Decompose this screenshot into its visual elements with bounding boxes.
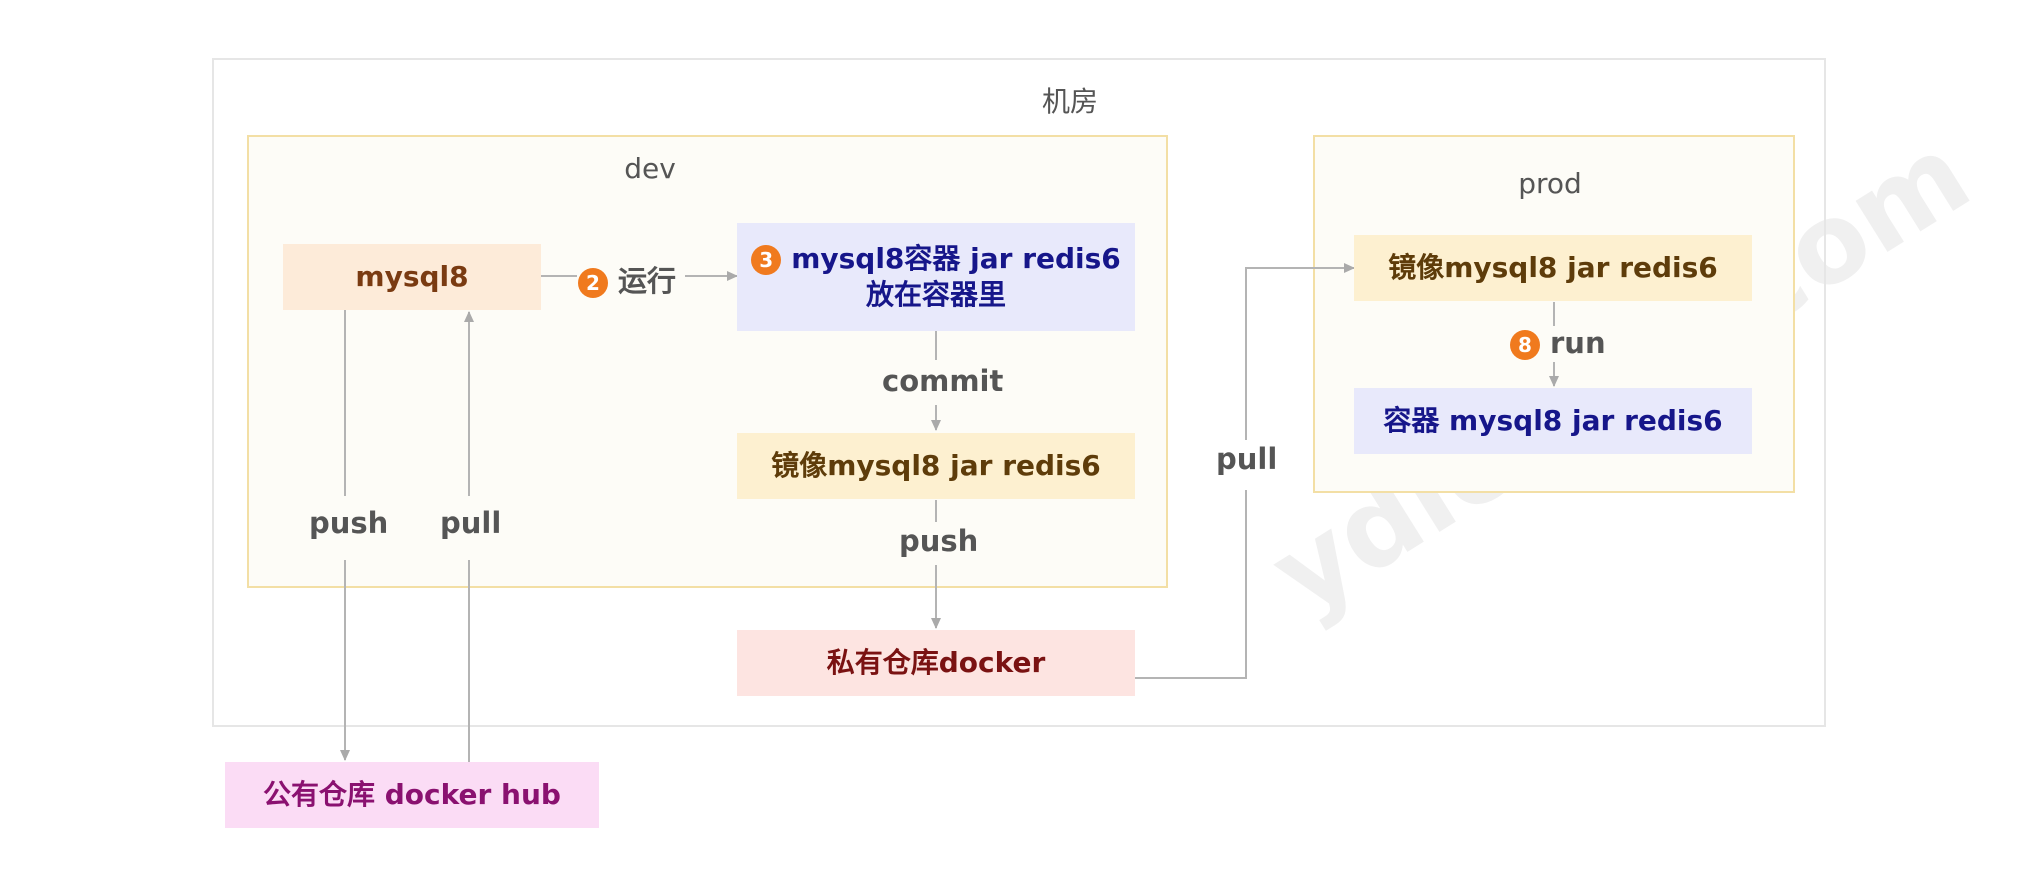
edge-label-pull-public: pull — [440, 506, 502, 540]
dev-image-label: 镜像mysql8 jar redis6 — [771, 448, 1101, 482]
container-line1: 3 mysql8容器 jar redis6 — [751, 241, 1121, 277]
prod-container-node: 容器 mysql8 jar redis6 — [1354, 388, 1752, 454]
private-repo-label: 私有仓库docker — [826, 645, 1046, 679]
edge-label-push-private: push — [899, 524, 979, 558]
edge-pull-private-line-b — [1245, 263, 1355, 440]
prod-image-label: 镜像mysql8 jar redis6 — [1388, 250, 1718, 284]
edge-label-push-public: push — [309, 506, 389, 540]
edge-label-pull-private: pull — [1216, 442, 1278, 476]
step-2-badge: 2 — [578, 268, 608, 298]
edge-label-run: 8 run — [1510, 326, 1606, 360]
step-3-badge: 3 — [751, 244, 782, 275]
step-8-badge: 8 — [1510, 330, 1540, 360]
edge-label-run-cn: 2 运行 — [578, 258, 676, 300]
mysql8-node: mysql8 — [283, 244, 541, 310]
private-repo-node: 私有仓库docker — [737, 630, 1135, 696]
dev-image-node: 镜像mysql8 jar redis6 — [737, 433, 1135, 499]
run-cn-text: 运行 — [618, 264, 677, 298]
container-label-line1: mysql8容器 jar redis6 — [791, 241, 1121, 275]
mysql8-label: mysql8 — [355, 259, 469, 293]
container-node: 3 mysql8容器 jar redis6 放在容器里 — [737, 223, 1135, 331]
prod-container-label: 容器 mysql8 jar redis6 — [1383, 403, 1723, 437]
edge-label-commit: commit — [882, 364, 1004, 398]
public-repo-node: 公有仓库 docker hub — [225, 762, 599, 828]
edge-pull-private-line-a — [1135, 490, 1247, 679]
public-repo-label: 公有仓库 docker hub — [263, 777, 561, 811]
prod-image-node: 镜像mysql8 jar redis6 — [1354, 235, 1752, 301]
container-label-line2: 放在容器里 — [865, 278, 1006, 311]
run-text: run — [1550, 326, 1606, 360]
